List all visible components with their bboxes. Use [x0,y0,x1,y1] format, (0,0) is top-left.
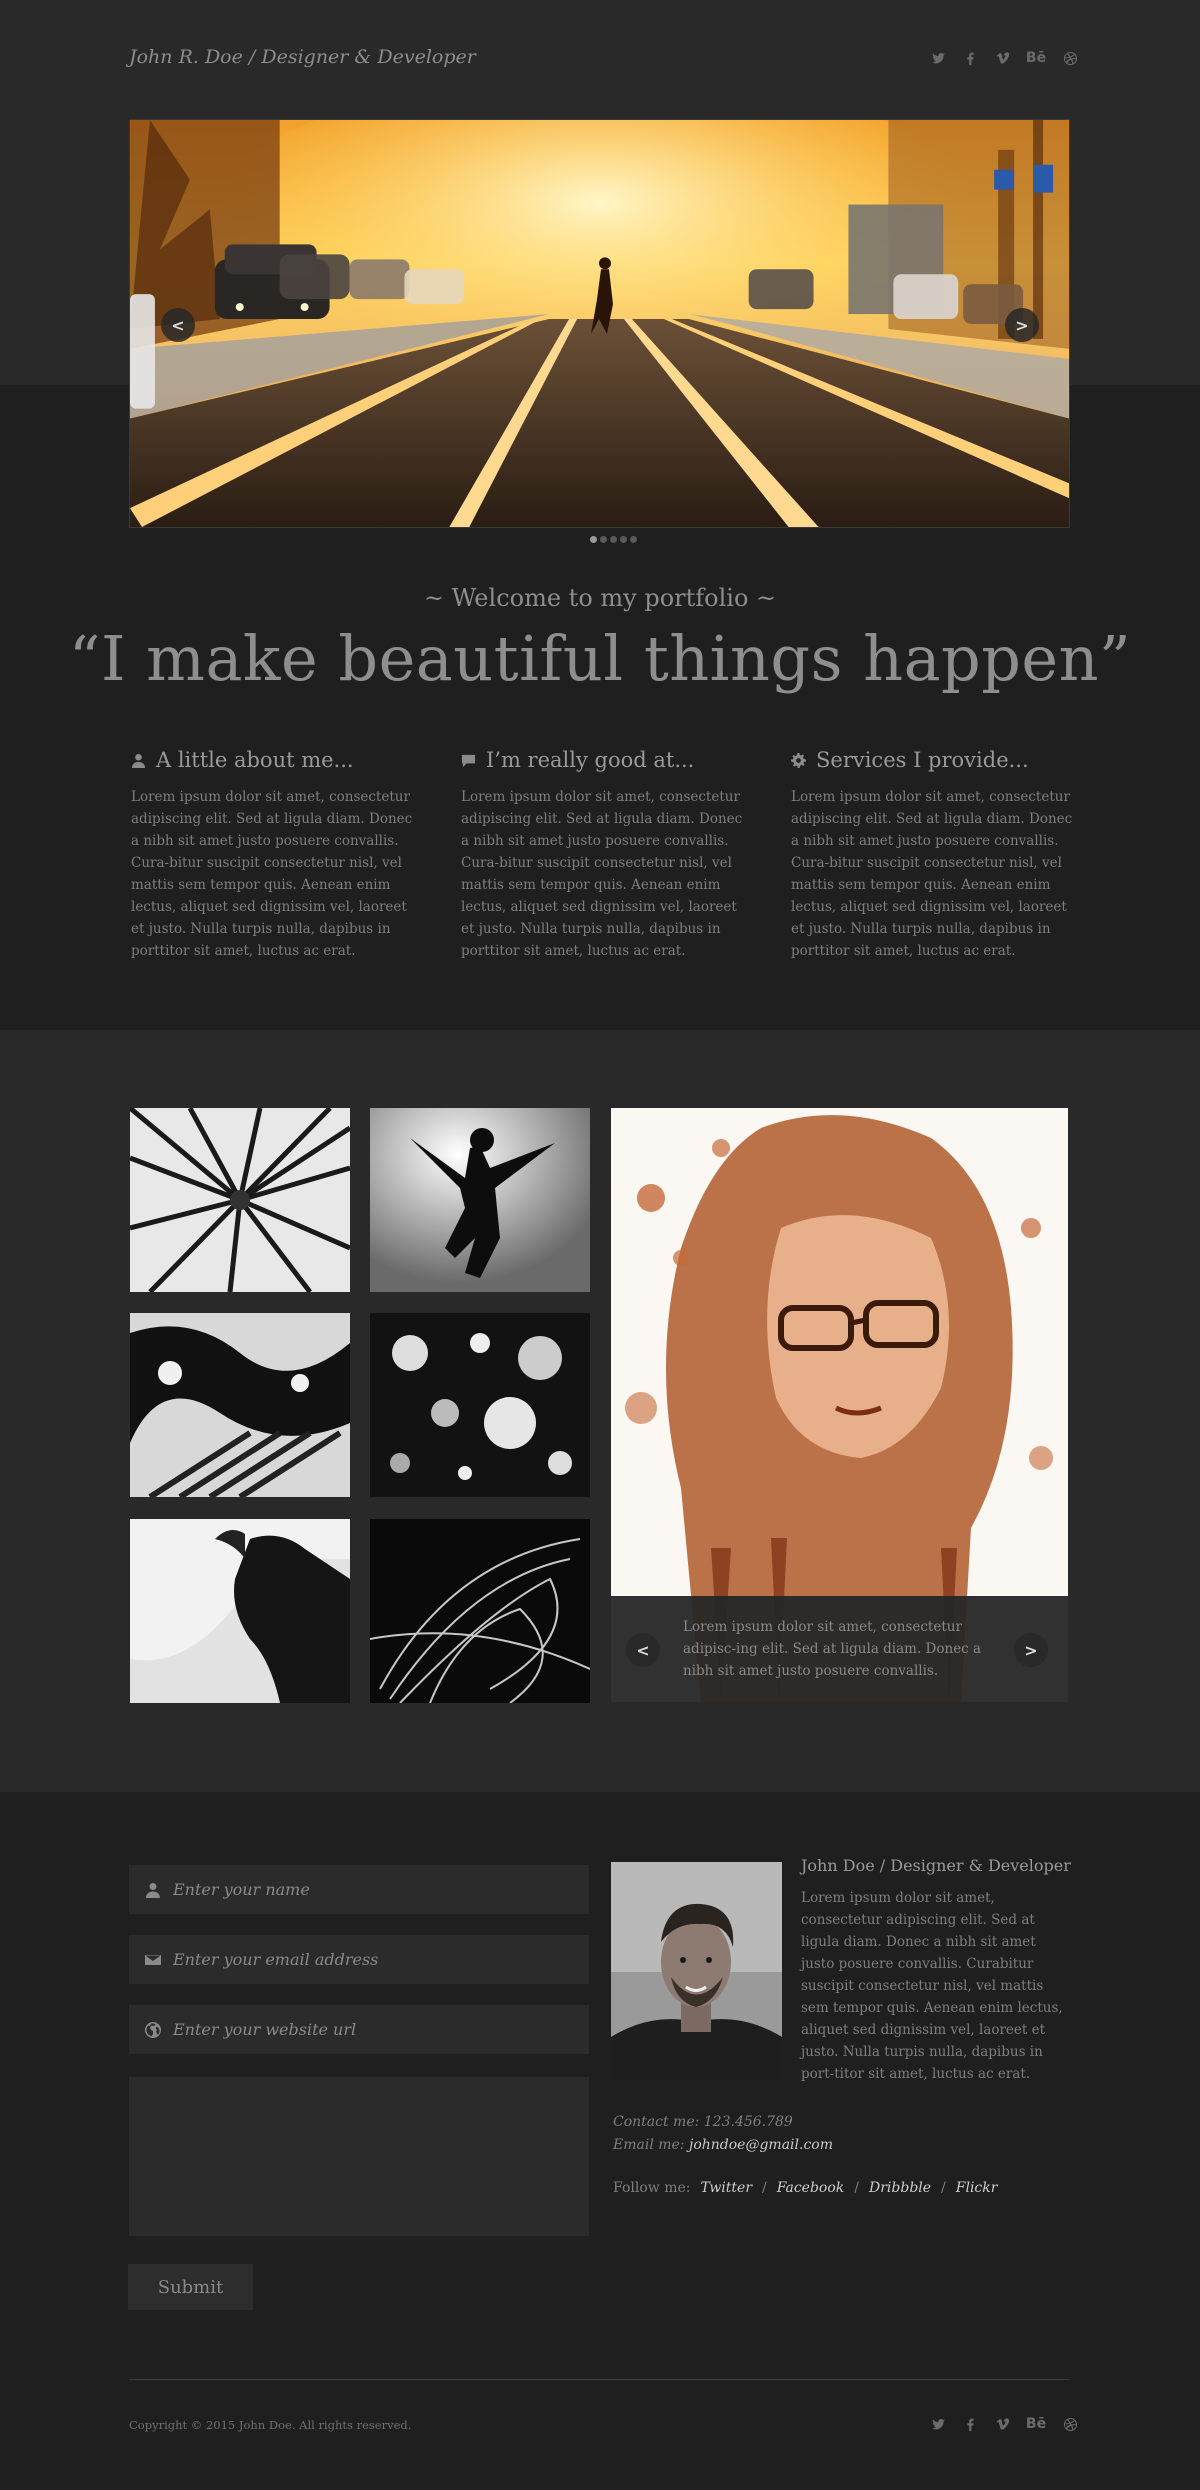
follow-links: Follow me: Twitter / Facebook / Dribbble… [613,2180,997,2196]
gallery-thumb-light-trails[interactable] [370,1519,590,1703]
facebook-icon[interactable] [961,49,979,67]
website-field[interactable] [129,2005,589,2054]
facebook-icon[interactable] [961,2415,979,2433]
gallery-thumb-splash[interactable] [130,1313,350,1497]
hero-slide-image [130,120,1069,527]
services-title: Services I provide... [816,748,1029,772]
profile-photo [611,1862,782,2079]
email-input[interactable] [173,1950,573,1969]
follow-label: Follow me: [613,2180,691,2196]
skills-heading: I’m really good at... [461,748,751,772]
contact-email-label: Email me: [613,2137,685,2153]
vimeo-icon[interactable] [993,2415,1011,2433]
services-heading: Services I provide... [791,748,1081,772]
gallery-thumb-image [130,1519,350,1703]
dribbble-icon[interactable] [1061,49,1079,67]
message-textarea[interactable] [129,2077,589,2236]
header-social-links: Bē [929,49,1079,67]
name-field[interactable] [129,1865,589,1914]
behance-icon[interactable]: Bē [1025,2415,1047,2433]
twitter-icon[interactable] [929,2415,947,2433]
contact-email-link[interactable]: johndoe@gmail.com [689,2137,833,2153]
profile-title: John Doe / Designer & Developer [801,1856,1071,1875]
follow-link-facebook[interactable]: Facebook [777,2180,845,2196]
name-input[interactable] [173,1880,573,1899]
submit-button[interactable]: Submit [128,2264,253,2310]
slider-prev-button[interactable]: < [161,308,195,342]
tagline-heading: “I make beautiful things happen” [68,622,1132,695]
gear-icon [791,752,806,768]
gallery-thumb-bubbles[interactable] [370,1313,590,1497]
vimeo-icon[interactable] [993,49,1011,67]
follow-link-dribbble[interactable]: Dribbble [869,2180,931,2196]
gallery-thumb-image [370,1519,590,1703]
follow-link-flickr[interactable]: Flickr [956,2180,998,2196]
footer-copyright: Copyright © 2015 John Doe. All rights re… [129,2418,412,2432]
about-heading: A little about me... [131,748,421,772]
dribbble-icon[interactable] [1061,2415,1079,2433]
envelope-icon [145,1954,161,1965]
contact-email-line: Email me: johndoe@gmail.com [613,2137,833,2153]
about-title: A little about me... [156,748,354,772]
gallery-featured[interactable]: < Lorem ipsum dolor sit amet, consectetu… [611,1108,1068,1702]
gallery-thumb-image [130,1108,350,1292]
hero-slider[interactable]: < > [129,119,1070,528]
user-icon [131,753,146,768]
slider-dot[interactable] [610,536,617,543]
profile-bio: Lorem ipsum dolor sit amet, consectetur … [801,1890,1063,2082]
profile-avatar [611,1862,782,2079]
about-text: Lorem ipsum dolor sit amet, consectetur … [131,789,413,959]
gallery-thumb-portrait[interactable] [130,1519,350,1703]
gallery-prev-button[interactable]: < [626,1633,660,1667]
footer-divider [129,2379,1069,2380]
site-title[interactable]: John R. Doe / Designer & Developer [129,46,476,68]
gallery-thumb-burst[interactable] [130,1108,350,1292]
gallery-next-button[interactable]: > [1014,1633,1048,1667]
globe-icon [145,2021,161,2038]
skills-text: Lorem ipsum dolor sit amet, consectetur … [461,789,743,959]
user-icon [146,1882,160,1898]
twitter-icon[interactable] [929,49,947,67]
link-separator: / [941,2180,946,2196]
slider-dot[interactable] [590,536,597,543]
contact-phone: Contact me: 123.456.789 [613,2114,793,2130]
link-separator: / [854,2180,859,2196]
gallery-caption-bar: < Lorem ipsum dolor sit amet, consectetu… [611,1596,1068,1702]
services-text: Lorem ipsum dolor sit amet, consectetur … [791,789,1073,959]
speech-bubble-icon [461,754,476,767]
link-separator: / [762,2180,767,2196]
follow-link-twitter[interactable]: Twitter [700,2180,752,2196]
gallery-caption: Lorem ipsum dolor sit amet, consectetur … [683,1619,982,1679]
slider-dot[interactable] [600,536,607,543]
skills-title: I’m really good at... [486,748,695,772]
slider-dot[interactable] [620,536,627,543]
website-input[interactable] [173,2020,573,2039]
gallery-thumb-image [130,1313,350,1497]
services-column: Services I provide... Lorem ipsum dolor … [791,748,1081,962]
slider-dot[interactable] [630,536,637,543]
gallery-thumb-image [370,1108,590,1292]
email-field[interactable] [129,1935,589,1984]
slider-next-button[interactable]: > [1005,308,1039,342]
welcome-subtitle: ~ Welcome to my portfolio ~ [423,584,777,612]
slider-pagination [590,536,637,543]
skills-column: I’m really good at... Lorem ipsum dolor … [461,748,751,962]
gallery-thumb-image [370,1313,590,1497]
behance-icon[interactable]: Bē [1025,49,1047,67]
gallery-thumb-jump[interactable] [370,1108,590,1292]
footer-social-links: Bē [929,2415,1079,2433]
about-column: A little about me... Lorem ipsum dolor s… [131,748,421,962]
